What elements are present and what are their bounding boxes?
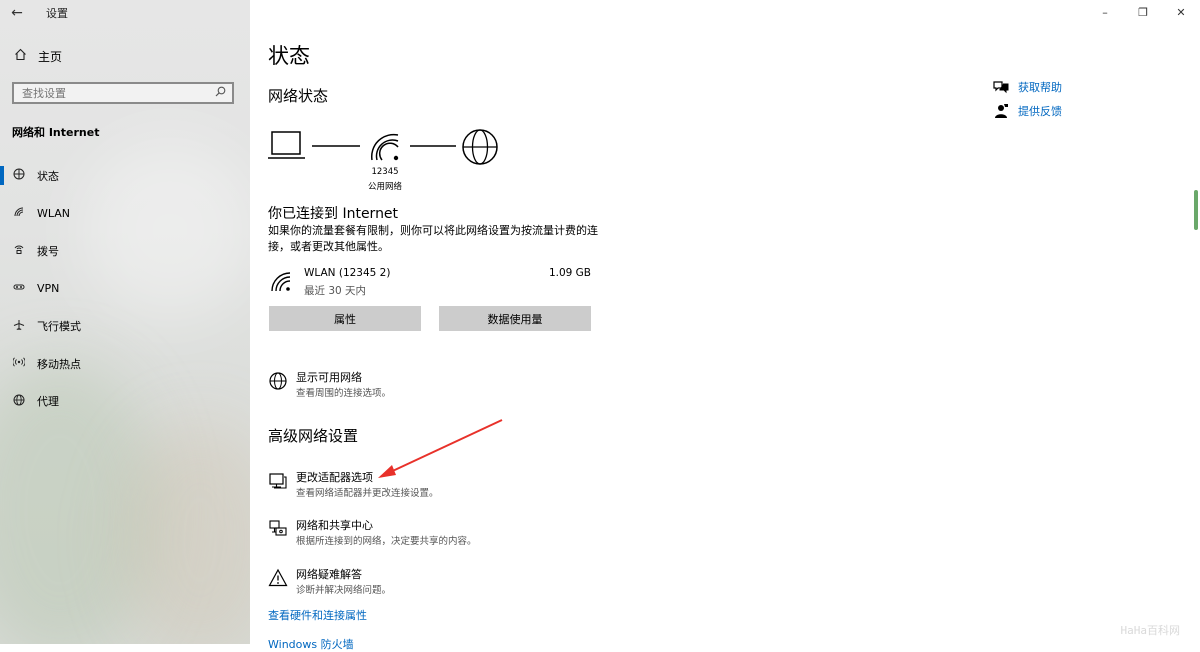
option-title: 网络和共享中心	[296, 519, 373, 532]
adapter-icon	[268, 471, 288, 491]
sidebar-item-proxy[interactable]: 代理	[0, 383, 250, 421]
search-icon[interactable]	[212, 86, 228, 100]
network-diagram: 12345 公用网络	[268, 128, 508, 192]
option-title: 显示可用网络	[296, 371, 362, 384]
feedback-label: 提供反馈	[1018, 105, 1062, 118]
section-title: 网络和 Internet	[12, 126, 100, 139]
airplane-icon	[12, 319, 26, 334]
sidebar-item-label: VPN	[37, 282, 60, 296]
window-controls: – ❐ ✕	[1086, 0, 1200, 24]
sidebar-item-status[interactable]: 状态	[0, 157, 250, 195]
option-description: 根据所连接到的网络，决定要共享的内容。	[296, 536, 477, 547]
globe-icon	[462, 129, 498, 165]
sidebar-item-label: 拨号	[37, 244, 59, 258]
properties-button[interactable]: 属性	[269, 306, 421, 331]
chat-help-icon	[992, 80, 1010, 94]
connection-period: 最近 30 天内	[304, 285, 367, 297]
troubleshoot-option[interactable]: 网络疑难解答 诊断并解决网络问题。	[268, 566, 628, 600]
watermark: HaHa百科网	[1120, 624, 1181, 637]
search-box[interactable]	[12, 82, 234, 104]
sidebar-nav: 状态 WLAN 拨号 VPN 飞行模式 移动热点 代理	[0, 157, 250, 420]
option-title: 更改适配器选项	[296, 471, 373, 484]
network-status-heading: 网络状态	[268, 87, 329, 105]
feedback-link[interactable]: 提供反馈	[992, 103, 1062, 119]
network-ssid: 12345	[371, 167, 399, 177]
advanced-heading: 高级网络设置	[268, 427, 359, 445]
laptop-icon	[268, 131, 305, 159]
get-help-label: 获取帮助	[1018, 81, 1062, 94]
sharing-center-icon	[268, 519, 288, 539]
connection-row: WLAN (12345 2) 最近 30 天内 1.09 GB	[268, 265, 591, 299]
get-help-link[interactable]: 获取帮助	[992, 79, 1062, 95]
nav-home[interactable]: 主页	[12, 48, 62, 65]
annotation-arrow	[378, 419, 503, 478]
warning-icon	[268, 568, 288, 588]
search-input[interactable]	[14, 85, 212, 101]
dialup-icon	[12, 243, 26, 258]
wifi-icon	[270, 269, 294, 297]
network-type: 公用网络	[367, 182, 402, 192]
home-icon	[12, 48, 28, 65]
network-diagram-graphic	[268, 129, 498, 165]
scrollbar-thumb[interactable]	[1194, 190, 1198, 230]
status-icon	[12, 168, 26, 183]
restore-button[interactable]: ❐	[1124, 0, 1162, 24]
back-button[interactable]: ←	[0, 0, 34, 26]
wlan-icon	[12, 206, 26, 221]
wifi-icon	[370, 133, 399, 161]
hotspot-icon	[12, 356, 26, 371]
option-description: 查看网络适配器并更改连接设置。	[296, 488, 439, 499]
sidebar-item-wlan[interactable]: WLAN	[0, 195, 250, 233]
hardware-properties-link[interactable]: 查看硬件和连接属性	[268, 607, 367, 623]
show-networks-option[interactable]: 显示可用网络 查看周围的连接选项。	[268, 369, 628, 403]
data-usage-button[interactable]: 数据使用量	[439, 306, 591, 331]
home-label: 主页	[38, 50, 63, 64]
sidebar-item-label: 代理	[37, 395, 59, 409]
option-title: 网络疑难解答	[296, 568, 362, 581]
sharing-center-option[interactable]: 网络和共享中心 根据所连接到的网络，决定要共享的内容。	[268, 517, 628, 551]
firewall-link[interactable]: Windows 防火墙	[268, 636, 354, 652]
app-title: 设置	[46, 7, 68, 20]
sidebar-item-label: 飞行模式	[37, 320, 81, 334]
sidebar-item-label: 状态	[37, 169, 59, 183]
sidebar-item-label: 移动热点	[37, 357, 81, 371]
option-description: 诊断并解决网络问题。	[296, 585, 392, 596]
option-description: 查看周围的连接选项。	[296, 388, 392, 399]
connected-description: 如果你的流量套餐有限制，则你可以将此网络设置为按流量计费的连接，或者更改其他属性…	[268, 224, 598, 253]
sidebar-item-label: WLAN	[37, 206, 71, 220]
close-button[interactable]: ✕	[1162, 0, 1200, 24]
minimize-button[interactable]: –	[1086, 0, 1124, 24]
proxy-icon	[12, 394, 26, 409]
sidebar: ← 设置 主页 网络和 Internet 状态 WLAN	[0, 0, 250, 644]
page-title: 状态	[268, 44, 310, 68]
sidebar-item-dialup[interactable]: 拨号	[0, 232, 250, 270]
connected-title: 你已连接到 Internet	[268, 206, 399, 222]
title-bar: ← 设置	[0, 0, 250, 26]
feedback-icon	[992, 103, 1010, 119]
main-content: – ❐ ✕ 状态 网络状态 12345 公用网络 你已连接到 Internet …	[250, 0, 1200, 651]
sidebar-item-vpn[interactable]: VPN	[0, 270, 250, 308]
globe-icon	[268, 371, 288, 391]
vpn-icon	[12, 281, 26, 296]
sidebar-item-hotspot[interactable]: 移动热点	[0, 345, 250, 383]
sidebar-item-airplane[interactable]: 飞行模式	[0, 307, 250, 345]
connection-usage: 1.09 GB	[548, 267, 591, 279]
connection-name: WLAN (12345 2)	[304, 267, 391, 279]
